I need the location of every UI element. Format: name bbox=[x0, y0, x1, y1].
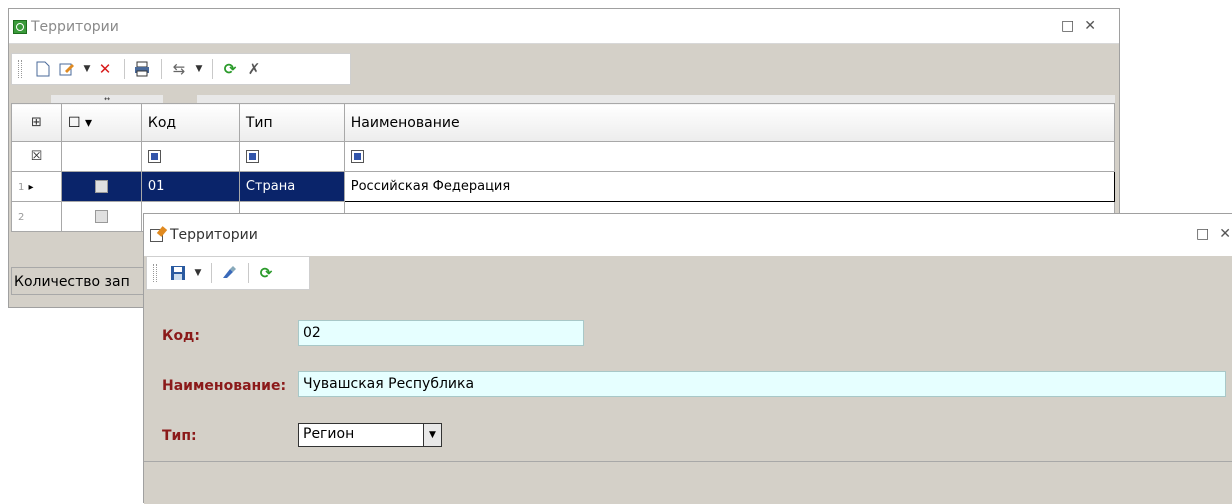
filter-type-icon[interactable] bbox=[245, 150, 259, 163]
row-checkbox[interactable] bbox=[94, 180, 108, 193]
filter-clear-icon[interactable]: ☒ bbox=[11, 141, 62, 172]
filter-cell bbox=[60, 141, 142, 172]
column-band: ↔ bbox=[11, 95, 1115, 103]
title-bar: Территории □✕ bbox=[9, 9, 1119, 44]
toolbar-separator bbox=[211, 263, 212, 283]
type-label: Тип: bbox=[162, 428, 197, 444]
band-right[interactable] bbox=[197, 95, 1115, 103]
close-icon[interactable]: ✕ bbox=[1084, 18, 1106, 34]
type-select[interactable]: Регион ▼ bbox=[298, 423, 442, 447]
cell-name[interactable]: Российская Федерация bbox=[343, 171, 1116, 202]
select-all-header[interactable]: ☐ ▾ bbox=[60, 103, 142, 142]
column-header-type[interactable]: Тип bbox=[238, 103, 345, 142]
toolbar-separator bbox=[248, 263, 249, 283]
header-row: ⊞ ☐ ▾ Код Тип Наименование bbox=[11, 103, 1116, 142]
toolbar-separator bbox=[212, 59, 213, 79]
edit-icon[interactable] bbox=[56, 58, 78, 80]
cell-code[interactable]: 01 bbox=[140, 171, 240, 202]
row-checkbox-cell[interactable] bbox=[60, 171, 142, 202]
close-icon[interactable]: ✕ bbox=[1219, 226, 1232, 242]
toolbar-separator bbox=[161, 59, 162, 79]
code-label: Код: bbox=[162, 328, 200, 344]
links-icon[interactable]: ⇆ bbox=[168, 58, 190, 80]
search-icon bbox=[13, 20, 27, 34]
toolbar-grip[interactable] bbox=[18, 60, 22, 78]
chevron-down-icon[interactable]: ▼ bbox=[191, 268, 205, 278]
filter-code-icon[interactable] bbox=[147, 150, 161, 163]
title-bar: Территории □✕ bbox=[144, 214, 1232, 256]
row-checkbox-cell[interactable] bbox=[60, 201, 142, 232]
toolbar-separator bbox=[124, 59, 125, 79]
status-bar: Количество зап bbox=[11, 267, 161, 295]
tools-icon[interactable]: ✗ bbox=[243, 58, 265, 80]
refresh-icon[interactable]: ⟳ bbox=[219, 58, 241, 80]
new-icon[interactable] bbox=[32, 58, 54, 80]
row-checkbox[interactable] bbox=[94, 210, 108, 223]
type-select-value: Регион bbox=[303, 426, 355, 442]
toolbar-grip[interactable] bbox=[153, 264, 157, 282]
refresh-icon[interactable]: ⟳ bbox=[255, 262, 277, 284]
print-icon[interactable] bbox=[131, 58, 153, 80]
bottom-panel bbox=[144, 461, 1232, 504]
clear-icon[interactable] bbox=[218, 262, 240, 284]
filter-type-cell[interactable] bbox=[238, 141, 345, 172]
toolbar: ▼ ✕ ⇆ ▼ ⟳ ✗ bbox=[11, 53, 351, 85]
table-row[interactable]: 1 ▸ 01 Страна Российская Федерация bbox=[11, 171, 1116, 202]
column-header-name[interactable]: Наименование bbox=[343, 103, 1116, 142]
toolbar: ▼ ⟳ bbox=[146, 256, 310, 290]
territory-edit-window: Территории □✕ ▼ ⟳ Код: Наименование: Тип… bbox=[143, 213, 1232, 504]
filter-code-cell[interactable] bbox=[140, 141, 240, 172]
name-field[interactable] bbox=[298, 371, 1226, 397]
filter-name-icon[interactable] bbox=[350, 150, 364, 163]
delete-icon[interactable]: ✕ bbox=[94, 58, 116, 80]
row-number: 1 ▸ bbox=[11, 171, 62, 202]
name-label: Наименование: bbox=[162, 378, 287, 394]
column-chooser-icon[interactable]: ⊞ bbox=[11, 103, 62, 142]
restore-icon[interactable]: □ bbox=[1061, 18, 1084, 34]
save-icon[interactable] bbox=[167, 262, 189, 284]
territories-grid: ↔ ⊞ ☐ ▾ Код Тип Наименование ☒ 1 ▸ 01 Ст… bbox=[11, 95, 1116, 232]
code-field[interactable] bbox=[298, 320, 584, 346]
filter-name-cell[interactable] bbox=[343, 141, 1116, 172]
row-number: 2 bbox=[11, 201, 62, 232]
filter-row: ☒ bbox=[11, 141, 1116, 172]
chevron-down-icon[interactable]: ▼ bbox=[192, 64, 206, 74]
window-title: Территории bbox=[31, 19, 119, 35]
column-header-code[interactable]: Код bbox=[140, 103, 240, 142]
edit-icon bbox=[150, 229, 163, 242]
restore-icon[interactable]: □ bbox=[1196, 226, 1219, 242]
chevron-down-icon[interactable]: ▼ bbox=[423, 424, 441, 446]
chevron-down-icon[interactable]: ▼ bbox=[80, 64, 94, 74]
band-left[interactable]: ↔ bbox=[51, 95, 163, 103]
cell-type[interactable]: Страна bbox=[238, 171, 345, 202]
window-title: Территории bbox=[170, 227, 258, 243]
